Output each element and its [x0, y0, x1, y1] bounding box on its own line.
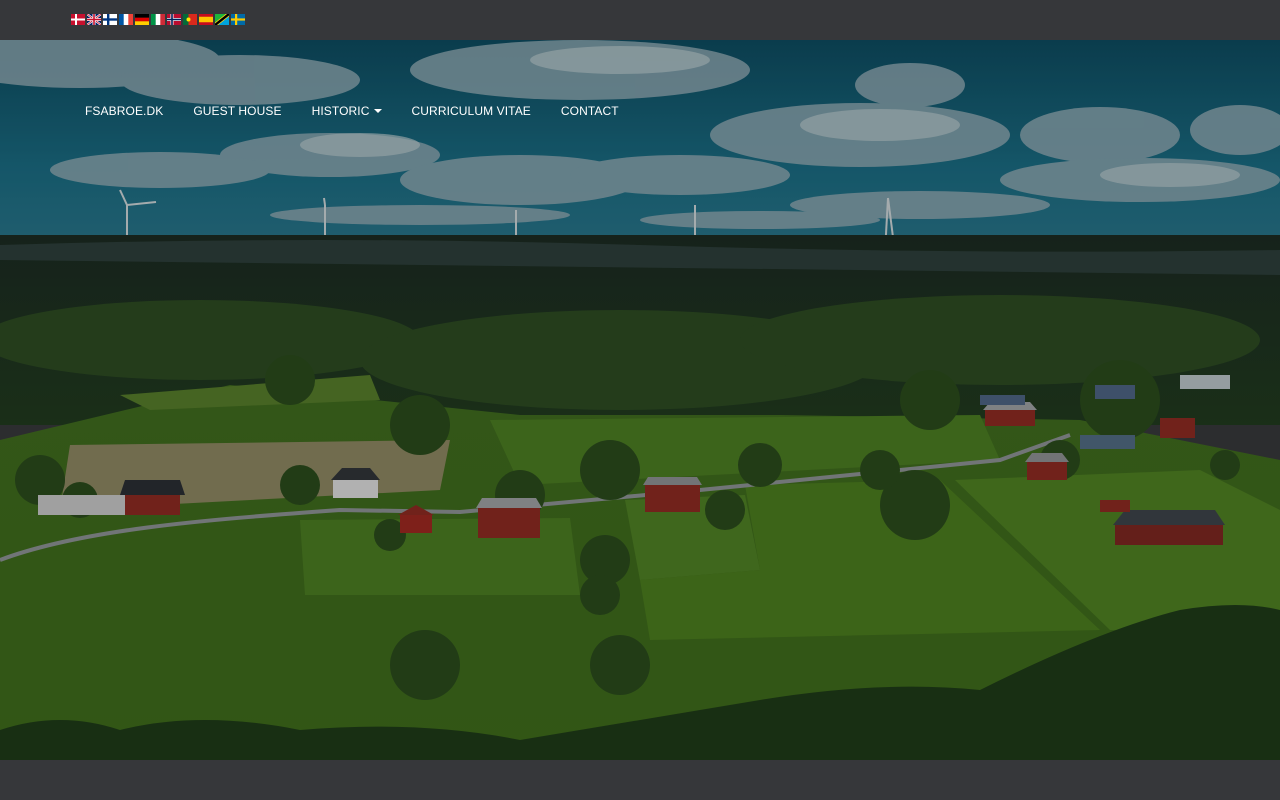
flag-denmark-icon[interactable]: [71, 14, 85, 25]
main-navigation: FSABROE.DK GUEST HOUSE HISTORIC CURRICUL…: [70, 100, 634, 122]
flag-germany-icon[interactable]: [135, 14, 149, 25]
nav-curriculum-vitae-link[interactable]: CURRICULUM VITAE: [397, 104, 546, 118]
flag-finland-icon[interactable]: [103, 14, 117, 25]
nav-historic-dropdown[interactable]: HISTORIC: [297, 104, 397, 118]
flag-tanzania-icon[interactable]: [215, 14, 229, 25]
flag-italy-icon[interactable]: [151, 14, 165, 25]
nav-guest-house-link[interactable]: GUEST HOUSE: [178, 104, 296, 118]
caret-down-icon: [373, 109, 382, 113]
flag-spain-icon[interactable]: [199, 14, 213, 25]
footer-bar: [0, 760, 1280, 800]
flag-uk-icon[interactable]: [87, 14, 101, 25]
language-selector: [71, 14, 245, 25]
flag-portugal-icon[interactable]: [183, 14, 197, 25]
flag-norway-icon[interactable]: [167, 14, 181, 25]
flag-sweden-icon[interactable]: [231, 14, 245, 25]
top-bar: [0, 0, 1280, 40]
nav-home-link[interactable]: FSABROE.DK: [70, 104, 178, 118]
aerial-farmland-photo: [0, 40, 1280, 760]
nav-historic-label: HISTORIC: [311, 104, 370, 118]
nav-contact-link[interactable]: CONTACT: [546, 104, 634, 118]
hero-landscape-image: FSABROE.DK GUEST HOUSE HISTORIC CURRICUL…: [0, 40, 1280, 760]
flag-france-icon[interactable]: [119, 14, 133, 25]
